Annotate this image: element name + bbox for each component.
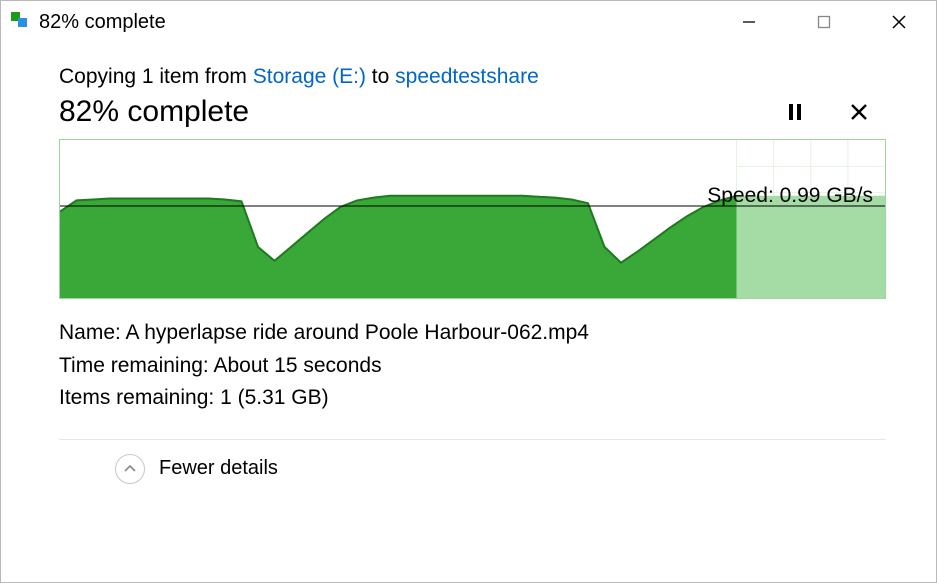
copy-summary-prefix: Copying 1 item from — [59, 65, 253, 88]
detail-name-label: Name: — [59, 321, 126, 344]
details-panel: Name: A hyperlapse ride around Poole Har… — [59, 317, 886, 415]
speed-chart: Speed: 0.99 GB/s — [59, 139, 886, 299]
copy-summary: Copying 1 item from Storage (E:) to spee… — [59, 65, 886, 89]
detail-time-value: About 15 seconds — [213, 354, 381, 377]
details-toggle-button[interactable] — [115, 454, 145, 484]
detail-time-label: Time remaining: — [59, 354, 213, 377]
file-copy-dialog: 82% complete Copying 1 item from Storage… — [0, 0, 937, 583]
window-title: 82% complete — [39, 11, 166, 34]
chevron-up-icon — [123, 462, 137, 476]
window-controls — [711, 1, 936, 43]
maximize-button[interactable] — [786, 1, 861, 43]
close-button[interactable] — [861, 1, 936, 43]
footer: Fewer details — [59, 440, 886, 498]
destination-location-link[interactable]: speedtestshare — [395, 65, 539, 88]
detail-name: Name: A hyperlapse ride around Poole Har… — [59, 317, 886, 350]
copy-summary-mid: to — [366, 65, 395, 88]
progress-header: 82% complete — [59, 95, 886, 129]
cancel-button[interactable] — [842, 95, 876, 129]
titlebar: 82% complete — [1, 1, 936, 43]
detail-items-label: Items remaining: — [59, 386, 220, 409]
source-location-link[interactable]: Storage (E:) — [253, 65, 366, 88]
detail-items-value: 1 (5.31 GB) — [220, 386, 329, 409]
detail-name-value: A hyperlapse ride around Poole Harbour-0… — [126, 321, 589, 344]
pause-button[interactable] — [778, 95, 812, 129]
details-toggle-label[interactable]: Fewer details — [159, 457, 278, 480]
detail-time-remaining: Time remaining: About 15 seconds — [59, 350, 886, 383]
progress-percent-label: 82% complete — [59, 95, 778, 129]
dialog-body: Copying 1 item from Storage (E:) to spee… — [1, 43, 936, 582]
copy-progress-icon — [11, 12, 31, 32]
speed-label: Speed: 0.99 GB/s — [705, 184, 875, 208]
minimize-button[interactable] — [711, 1, 786, 43]
progress-actions — [778, 95, 886, 129]
detail-items-remaining: Items remaining: 1 (5.31 GB) — [59, 382, 886, 415]
